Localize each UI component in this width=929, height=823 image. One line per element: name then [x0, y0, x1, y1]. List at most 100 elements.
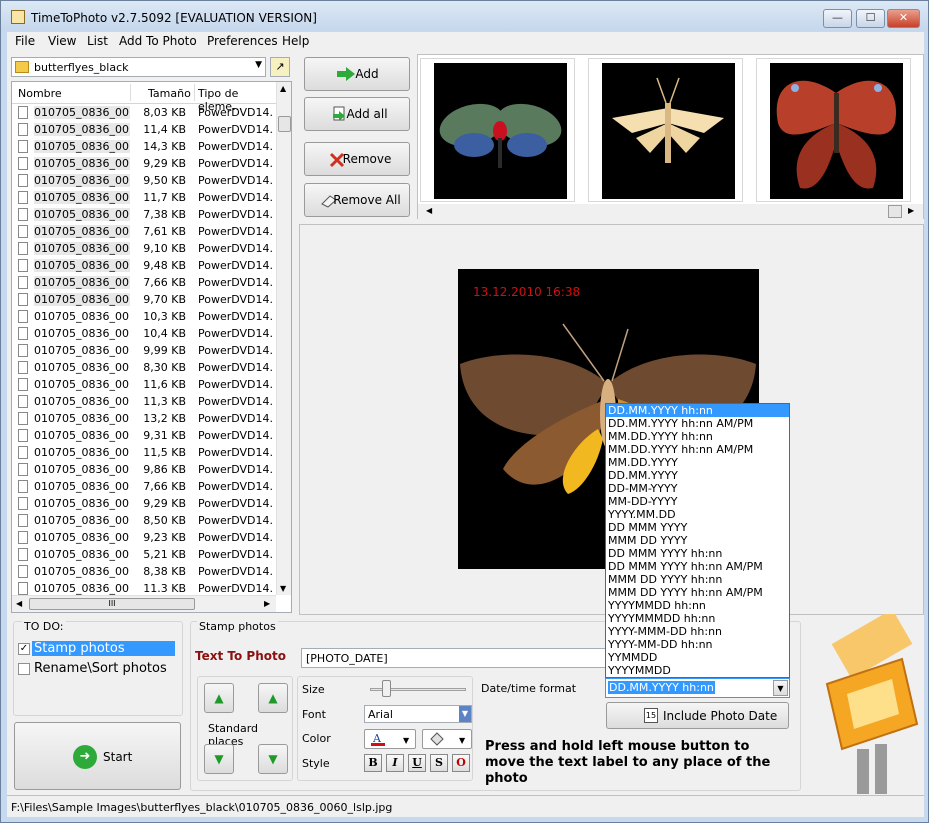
hscroll-thumb[interactable] [888, 205, 902, 218]
file-row[interactable]: 010705_0836_00... 9,86 KB PowerDVD14... [12, 461, 276, 478]
file-row[interactable]: 010705_0836_00... 7,66 KB PowerDVD14... [12, 274, 276, 291]
browse-folder-button[interactable]: ↗ [270, 57, 290, 77]
vscroll-thumb[interactable] [278, 116, 291, 132]
remove-all-button[interactable]: Remove All [304, 183, 410, 217]
file-row[interactable]: 010705_0836_00... 9,48 KB PowerDVD14... [12, 257, 276, 274]
file-row[interactable]: 010705_0836_00... 10,4 KB PowerDVD14... [12, 325, 276, 342]
date-format-option[interactable]: YYMMDD [606, 651, 789, 664]
date-format-option[interactable]: DD MMM YYYY hh:nn AM/PM [606, 560, 789, 573]
rename-sort-checkbox[interactable] [18, 663, 30, 675]
date-format-option[interactable]: YYYY-MMM-DD hh:nn [606, 625, 789, 638]
thumbnail[interactable] [588, 58, 743, 202]
datetime-format-select[interactable]: DD.MM.YYYY hh:nn ▼ [605, 678, 790, 698]
scroll-left-icon[interactable]: ◀ [426, 206, 432, 215]
date-format-option[interactable]: YYYYMMDD [606, 664, 789, 677]
file-row[interactable]: 010705_0836_00... 11,5 KB PowerDVD14... [12, 444, 276, 461]
maximize-button[interactable]: ☐ [856, 9, 885, 28]
add-button[interactable]: Add [304, 57, 410, 91]
file-row[interactable]: 010705_0836_00... 9,50 KB PowerDVD14... [12, 172, 276, 189]
file-row[interactable]: 010705_0836_00... 8,30 KB PowerDVD14... [12, 359, 276, 376]
file-list-vscrollbar[interactable]: ▲ ▼ [276, 82, 291, 595]
place-top-left-button[interactable]: ▲ [204, 683, 234, 713]
scroll-right-icon[interactable]: ▶ [908, 206, 914, 215]
column-name-header[interactable]: Nombre [18, 87, 62, 100]
date-format-option[interactable]: DD.MM.YYYY [606, 469, 789, 482]
file-row[interactable]: 010705_0836_00... 10,3 KB PowerDVD14... [12, 308, 276, 325]
date-format-option[interactable]: MMM DD YYYY hh:nn AM/PM [606, 586, 789, 599]
date-format-option[interactable]: YYYYMMMDD hh:nn [606, 612, 789, 625]
font-select[interactable]: Arial ▼ [364, 705, 472, 723]
thumbnail-strip[interactable]: ◀ ▶ [417, 54, 924, 219]
file-row[interactable]: 010705_0836_00... 5,21 KB PowerDVD14... [12, 546, 276, 563]
scroll-left-icon[interactable]: ◀ [16, 599, 22, 608]
place-bottom-right-button[interactable]: ▼ [258, 744, 288, 774]
file-row[interactable]: 010705_0836_00... 7,66 KB PowerDVD14... [12, 478, 276, 495]
include-photo-date-button[interactable]: 15 Include Photo Date [606, 702, 789, 729]
rename-sort-label[interactable]: Rename\Sort photos [34, 661, 167, 676]
date-format-option[interactable]: MM.DD.YYYY hh:nn AM/PM [606, 443, 789, 456]
file-row[interactable]: 010705_0836_00... 9,10 KB PowerDVD14... [12, 240, 276, 257]
file-row[interactable]: 010705_0836_00... 9,31 KB PowerDVD14... [12, 427, 276, 444]
date-format-option[interactable]: YYYYMMDD hh:nn [606, 599, 789, 612]
stamp-photos-checkbox[interactable]: ✓ [18, 643, 30, 655]
menu-view[interactable]: View [48, 34, 76, 48]
outline-button[interactable]: O [452, 754, 470, 772]
italic-button[interactable]: I [386, 754, 404, 772]
bold-button[interactable]: B [364, 754, 382, 772]
chevron-down-icon[interactable]: ▼ [773, 680, 788, 696]
file-row[interactable]: 010705_0836_00... 8,50 KB PowerDVD14... [12, 512, 276, 529]
date-format-option[interactable]: MMM DD YYYY [606, 534, 789, 547]
photo-date-stamp[interactable]: 13.12.2010 16:38 [473, 285, 580, 299]
add-all-button[interactable]: Add all [304, 97, 410, 131]
start-button[interactable]: ➜ Start [14, 722, 181, 790]
menu-add-to-photo[interactable]: Add To Photo [119, 34, 197, 48]
place-bottom-left-button[interactable]: ▼ [204, 744, 234, 774]
file-row[interactable]: 010705_0836_00... 11,6 KB PowerDVD14... [12, 376, 276, 393]
file-row[interactable]: 010705_0836_00... 9,70 KB PowerDVD14... [12, 291, 276, 308]
text-color-button[interactable]: A ▼ [364, 729, 416, 749]
scroll-right-icon[interactable]: ▶ [264, 599, 270, 608]
stamp-photos-label[interactable]: Stamp photos [32, 641, 175, 656]
size-slider-thumb[interactable] [382, 680, 391, 697]
file-row[interactable]: 010705_0836_00... 14,3 KB PowerDVD14... [12, 138, 276, 155]
file-row[interactable]: 010705_0836_00... 9,23 KB PowerDVD14... [12, 529, 276, 546]
thumbnail-hscrollbar[interactable]: ◀ ▶ [418, 204, 923, 219]
scroll-down-icon[interactable]: ▼ [280, 584, 286, 593]
file-row[interactable]: 010705_0836_00... 11,4 KB PowerDVD14... [12, 121, 276, 138]
folder-dropdown[interactable]: butterflyes_black ▼ [11, 57, 266, 77]
file-row[interactable]: 010705_0836_00... 9,29 KB PowerDVD14... [12, 495, 276, 512]
file-list-hscrollbar[interactable]: ◀ III ▶ [12, 595, 276, 612]
file-row[interactable]: 010705_0836_00... 7,61 KB PowerDVD14... [12, 223, 276, 240]
date-format-option[interactable]: YYYY-MM-DD hh:nn [606, 638, 789, 651]
minimize-button[interactable]: — [823, 9, 852, 28]
date-format-option[interactable]: MM-DD-YYYY [606, 495, 789, 508]
hscroll-thumb[interactable]: III [29, 598, 195, 610]
thumbnail[interactable] [756, 58, 911, 202]
file-row[interactable]: 010705_0836_00... 7,38 KB PowerDVD14... [12, 206, 276, 223]
scroll-up-icon[interactable]: ▲ [280, 84, 286, 93]
date-format-option[interactable]: YYYY.MM.DD [606, 508, 789, 521]
date-format-option[interactable]: MM.DD.YYYY hh:nn [606, 430, 789, 443]
remove-button[interactable]: Remove [304, 142, 410, 176]
date-format-option[interactable]: DD MMM YYYY [606, 521, 789, 534]
menu-file[interactable]: File [15, 34, 35, 48]
file-row[interactable]: 010705_0836_00... 11,7 KB PowerDVD14... [12, 189, 276, 206]
menu-help[interactable]: Help [282, 34, 309, 48]
file-row[interactable]: 010705_0836_00... 9,29 KB PowerDVD14... [12, 155, 276, 172]
title-bar[interactable]: TimeToPhoto v2.7.5092 [EVALUATION VERSIO… [1, 1, 928, 31]
underline-button[interactable]: U [408, 754, 426, 772]
file-row[interactable]: 010705_0836_00... 8,03 KB PowerDVD14... [12, 104, 276, 121]
fill-color-button[interactable]: ▼ [422, 729, 472, 749]
date-format-option[interactable]: DD-MM-YYYY [606, 482, 789, 495]
shadow-button[interactable]: S [430, 754, 448, 772]
file-row[interactable]: 010705_0836_00... 8,38 KB PowerDVD14... [12, 563, 276, 580]
file-row[interactable]: 010705_0836_00... 13,2 KB PowerDVD14... [12, 410, 276, 427]
file-row[interactable]: 010705_0836_00... 9,99 KB PowerDVD14... [12, 342, 276, 359]
column-size-header[interactable]: Tamaño [148, 87, 191, 100]
date-format-option[interactable]: MMM DD YYYY hh:nn [606, 573, 789, 586]
date-format-option[interactable]: MM.DD.YYYY [606, 456, 789, 469]
date-format-option[interactable]: DD.MM.YYYY hh:nn AM/PM [606, 417, 789, 430]
file-list[interactable]: Nombre Tamaño Tipo de eleme... 010705_08… [11, 81, 292, 613]
date-format-dropdown-list[interactable]: DD.MM.YYYY hh:nn DD.MM.YYYY hh:nn AM/PM MM… [605, 403, 790, 678]
file-row[interactable]: 010705_0836_00... 11,3 KB PowerDVD14... [12, 393, 276, 410]
